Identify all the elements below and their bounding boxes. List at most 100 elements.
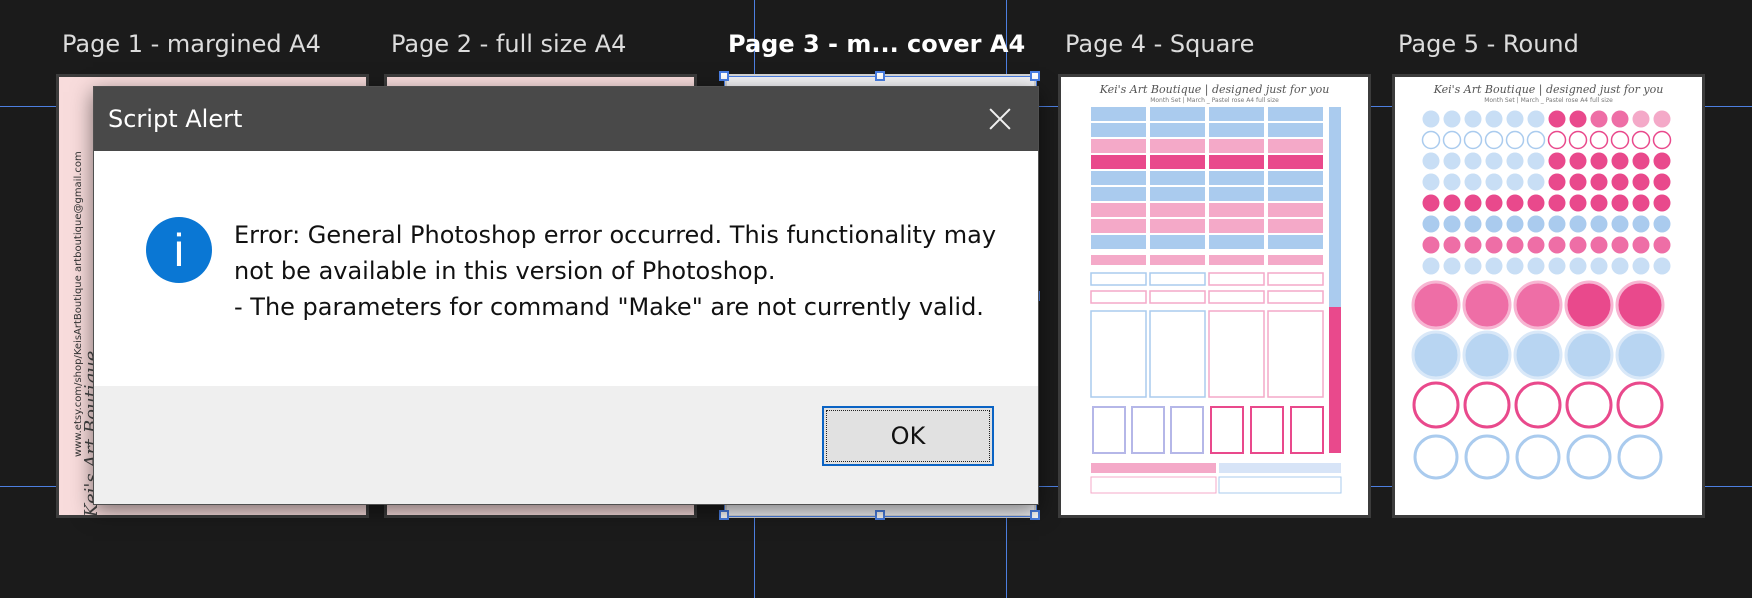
dot-sticker: [1632, 173, 1650, 191]
dot-sticker: [1611, 236, 1629, 254]
dialog-titlebar[interactable]: Script Alert: [94, 87, 1038, 151]
dot-sticker: [1526, 130, 1546, 150]
dot-sticker: [1527, 110, 1545, 128]
dot-sticker: [1506, 236, 1524, 254]
dot-sticker: [1590, 194, 1608, 212]
error-message: Error: General Photoshop error occurred.…: [234, 217, 1004, 325]
dot-sticker: [1547, 130, 1567, 150]
dot-sticker: [1653, 152, 1671, 170]
ok-button[interactable]: OK: [822, 406, 994, 466]
error-message-line-2: not be available in this version of Phot…: [234, 257, 776, 285]
dot-sticker: [1590, 236, 1608, 254]
dot-sticker: [1632, 152, 1650, 170]
dot-sticker: [1548, 110, 1566, 128]
selection-handle-bm[interactable]: [875, 510, 885, 520]
dot-sticker: [1548, 257, 1566, 275]
selection-handle-tr[interactable]: [1030, 71, 1040, 81]
dot-sticker: [1464, 152, 1482, 170]
dot-sticker: [1464, 257, 1482, 275]
dot-sticker: [1505, 130, 1525, 150]
dot-sticker: [1422, 257, 1440, 275]
dot-sticker: [1653, 236, 1671, 254]
dot-sticker: [1422, 152, 1440, 170]
dot-sticker: [1632, 257, 1650, 275]
dot-sticker: [1421, 130, 1441, 150]
selection-handle-br[interactable]: [1030, 510, 1040, 520]
dot-sticker: [1569, 152, 1587, 170]
dot-sticker: [1652, 130, 1672, 150]
dot-sticker: [1590, 152, 1608, 170]
dot-sticker: [1485, 215, 1503, 233]
dot-sticker: [1443, 110, 1461, 128]
dot-sticker: [1485, 173, 1503, 191]
dot-sticker: [1422, 236, 1440, 254]
dot-sticker: [1590, 173, 1608, 191]
artboard-4[interactable]: Kei's Art Boutique | designed just for y…: [1058, 74, 1371, 518]
dot-sticker: [1548, 215, 1566, 233]
dot-sticker: [1485, 257, 1503, 275]
dot-sticker: [1548, 194, 1566, 212]
dot-sticker: [1485, 152, 1503, 170]
artboard-title-3[interactable]: Page 3 - m... cover A4: [728, 30, 1025, 58]
dot-sticker: [1611, 215, 1629, 233]
dot-sticker: [1653, 194, 1671, 212]
dot-sticker: [1632, 215, 1650, 233]
artboard-title-5[interactable]: Page 5 - Round: [1398, 30, 1579, 58]
dot-sticker: [1443, 194, 1461, 212]
dot-sticker: [1527, 236, 1545, 254]
dot-sticker: [1548, 173, 1566, 191]
artboard-title-1[interactable]: Page 1 - margined A4: [62, 30, 321, 58]
dialog-footer: OK: [94, 386, 1038, 504]
dot-sticker: [1506, 152, 1524, 170]
dot-sticker: [1632, 110, 1650, 128]
dot-sticker: [1611, 152, 1629, 170]
dot-sticker: [1653, 257, 1671, 275]
round-sticker-sheet: [1411, 110, 1672, 480]
artboard-title-2[interactable]: Page 2 - full size A4: [391, 30, 626, 58]
dot-sticker: [1590, 110, 1608, 128]
dot-sticker: [1464, 173, 1482, 191]
dot-sticker: [1443, 257, 1461, 275]
dot-sticker: [1569, 236, 1587, 254]
dot-sticker: [1422, 194, 1440, 212]
dot-sticker: [1527, 152, 1545, 170]
dot-sticker: [1442, 130, 1462, 150]
artboard-title-4[interactable]: Page 4 - Square: [1065, 30, 1254, 58]
dot-sticker: [1464, 236, 1482, 254]
dot-sticker: [1653, 110, 1671, 128]
dot-sticker: [1506, 194, 1524, 212]
dot-sticker: [1527, 215, 1545, 233]
dot-sticker: [1443, 152, 1461, 170]
dot-sticker: [1569, 215, 1587, 233]
dot-sticker: [1568, 130, 1588, 150]
dot-sticker: [1569, 257, 1587, 275]
error-message-line-3: - The parameters for command "Make" are …: [234, 293, 984, 321]
dot-sticker: [1590, 257, 1608, 275]
dot-sticker: [1485, 194, 1503, 212]
selection-handle-tl[interactable]: [719, 71, 729, 81]
error-message-line-1: Error: General Photoshop error occurred.…: [234, 221, 997, 249]
dot-sticker: [1506, 215, 1524, 233]
dot-sticker: [1632, 236, 1650, 254]
dot-sticker: [1443, 236, 1461, 254]
dot-sticker: [1506, 110, 1524, 128]
selection-handle-tm[interactable]: [875, 71, 885, 81]
dot-sticker: [1463, 130, 1483, 150]
dot-sticker: [1548, 236, 1566, 254]
dot-sticker: [1589, 130, 1609, 150]
dot-sticker: [1485, 110, 1503, 128]
artboard-5[interactable]: Kei's Art Boutique | designed just for y…: [1392, 74, 1705, 518]
dot-sticker: [1485, 236, 1503, 254]
dot-sticker: [1569, 173, 1587, 191]
selection-handle-bl[interactable]: [719, 510, 729, 520]
dot-sticker: [1527, 194, 1545, 212]
dot-sticker: [1611, 194, 1629, 212]
dot-sticker: [1569, 110, 1587, 128]
dot-sticker: [1631, 130, 1651, 150]
dot-sticker: [1569, 194, 1587, 212]
dot-sticker: [1506, 257, 1524, 275]
close-button[interactable]: [982, 101, 1018, 137]
info-icon: i: [146, 217, 212, 283]
dialog-title: Script Alert: [108, 105, 243, 133]
square-sticker-sheet: [1090, 107, 1342, 494]
